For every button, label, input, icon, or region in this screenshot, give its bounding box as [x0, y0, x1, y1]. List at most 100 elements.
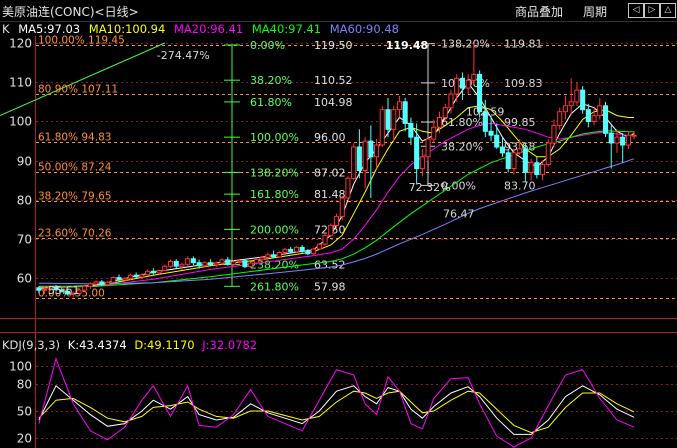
- candle-body: [293, 246, 299, 253]
- fib-mid-percent: 100.00%: [250, 131, 299, 144]
- candle-body: [368, 140, 374, 158]
- candle-body: [208, 262, 214, 266]
- price-tick-label: 90: [17, 155, 32, 169]
- price-annotation: 76.47: [443, 208, 475, 221]
- fib-level-label: 23.60% 70.26: [38, 228, 112, 240]
- candle-body: [219, 259, 225, 264]
- fib-mid-value: 119.50: [314, 39, 353, 52]
- candle: [379, 105, 385, 147]
- candle-body: [311, 248, 317, 255]
- candle: [562, 95, 569, 120]
- price-annotation: 72.32%: [409, 181, 451, 194]
- kdj-tick-label: 100: [9, 360, 32, 374]
- candle-body: [82, 285, 88, 291]
- kdj-line-k: [38, 385, 635, 435]
- candle: [540, 160, 546, 181]
- fib-level-label: 61.80% 94.83: [38, 132, 111, 144]
- candle: [185, 256, 191, 266]
- candle: [322, 234, 328, 246]
- price-annotation: 102.59: [466, 105, 505, 118]
- fib-right-value: 83.70: [504, 179, 536, 192]
- price-annotation: 55.61: [48, 284, 80, 297]
- fib-level-label: 38.20% 79.65: [38, 191, 111, 203]
- candle-body: [396, 101, 402, 111]
- price-tick-label: 100: [9, 115, 32, 129]
- candle: [167, 259, 173, 268]
- candle-body: [534, 162, 540, 175]
- candle: [511, 148, 517, 175]
- candle-body: [471, 73, 477, 81]
- candle-body: [139, 274, 145, 278]
- ma-line-ma5: [38, 82, 635, 289]
- fib-mid-percent: 0.00%: [250, 39, 285, 52]
- candle-body: [190, 258, 196, 264]
- candle: [414, 123, 420, 185]
- candle-body: [557, 111, 563, 126]
- candle: [162, 264, 168, 272]
- fib-right-value: 109.83: [504, 77, 543, 90]
- candle: [276, 250, 282, 258]
- candle-body: [150, 270, 156, 274]
- candle-body: [540, 164, 546, 175]
- candle-body: [99, 281, 105, 286]
- candle-body: [437, 117, 443, 128]
- candle-body: [448, 93, 454, 109]
- candle: [293, 246, 299, 253]
- candle: [145, 269, 151, 276]
- candle-body: [379, 109, 385, 146]
- candle-body: [517, 148, 523, 154]
- ma40-legend: MA40:97.41: [251, 22, 322, 36]
- candle-body: [545, 142, 551, 166]
- price-annotation: -274.47%: [157, 49, 210, 62]
- candle: [545, 139, 551, 167]
- candle-body: [568, 101, 574, 107]
- candle: [316, 243, 322, 251]
- candle: [362, 137, 368, 189]
- fib-level-label: 80.90% 107.11: [38, 84, 118, 96]
- candle-body: [402, 101, 408, 124]
- candle-body: [339, 197, 345, 217]
- candle-body: [105, 281, 111, 286]
- candle-body: [36, 287, 42, 291]
- candle-body: [333, 215, 339, 226]
- candle-body: [511, 152, 517, 170]
- candle-body: [442, 107, 448, 118]
- candle-body: [265, 254, 271, 259]
- candle: [534, 156, 540, 179]
- candle: [614, 129, 620, 153]
- fib-mid-percent: 261.80%: [250, 280, 299, 293]
- candle-body: [522, 148, 528, 173]
- candle: [551, 119, 557, 147]
- candle-body: [454, 77, 460, 95]
- candle-body: [385, 109, 391, 130]
- candle-body: [351, 146, 357, 179]
- ma5-legend: MA5:97.03: [18, 22, 81, 36]
- candle-body: [580, 89, 586, 111]
- ma10-legend: MA10:100.94: [88, 22, 166, 36]
- candle: [494, 123, 500, 149]
- kdj-k-value: K:43.4374: [67, 338, 127, 352]
- candle: [173, 259, 179, 269]
- candle-body: [391, 109, 397, 130]
- candle: [603, 101, 609, 138]
- candle: [522, 143, 528, 183]
- candle-body: [574, 89, 580, 103]
- candle-body: [305, 250, 311, 255]
- candle-body: [276, 252, 282, 258]
- fib-level-label: 50.00% 87.24: [38, 162, 112, 174]
- fib-right-value: 119.81: [504, 38, 543, 51]
- candle-body: [625, 134, 632, 146]
- candle-body: [230, 261, 236, 265]
- candle: [608, 125, 614, 169]
- candle: [150, 268, 156, 275]
- candle: [271, 250, 277, 259]
- candle-body: [362, 140, 368, 172]
- price-chart[interactable]: 60 70 80 90 100 110 120 20 50 80 100 100.00% 119.45…: [0, 0, 677, 448]
- fib-mid-value: 96.00: [314, 131, 346, 144]
- candle: [620, 133, 626, 163]
- candle: [242, 259, 248, 269]
- candle: [110, 276, 116, 284]
- candle-body: [242, 260, 248, 268]
- candle-body: [356, 146, 362, 171]
- price-tick-label: 120: [9, 37, 32, 51]
